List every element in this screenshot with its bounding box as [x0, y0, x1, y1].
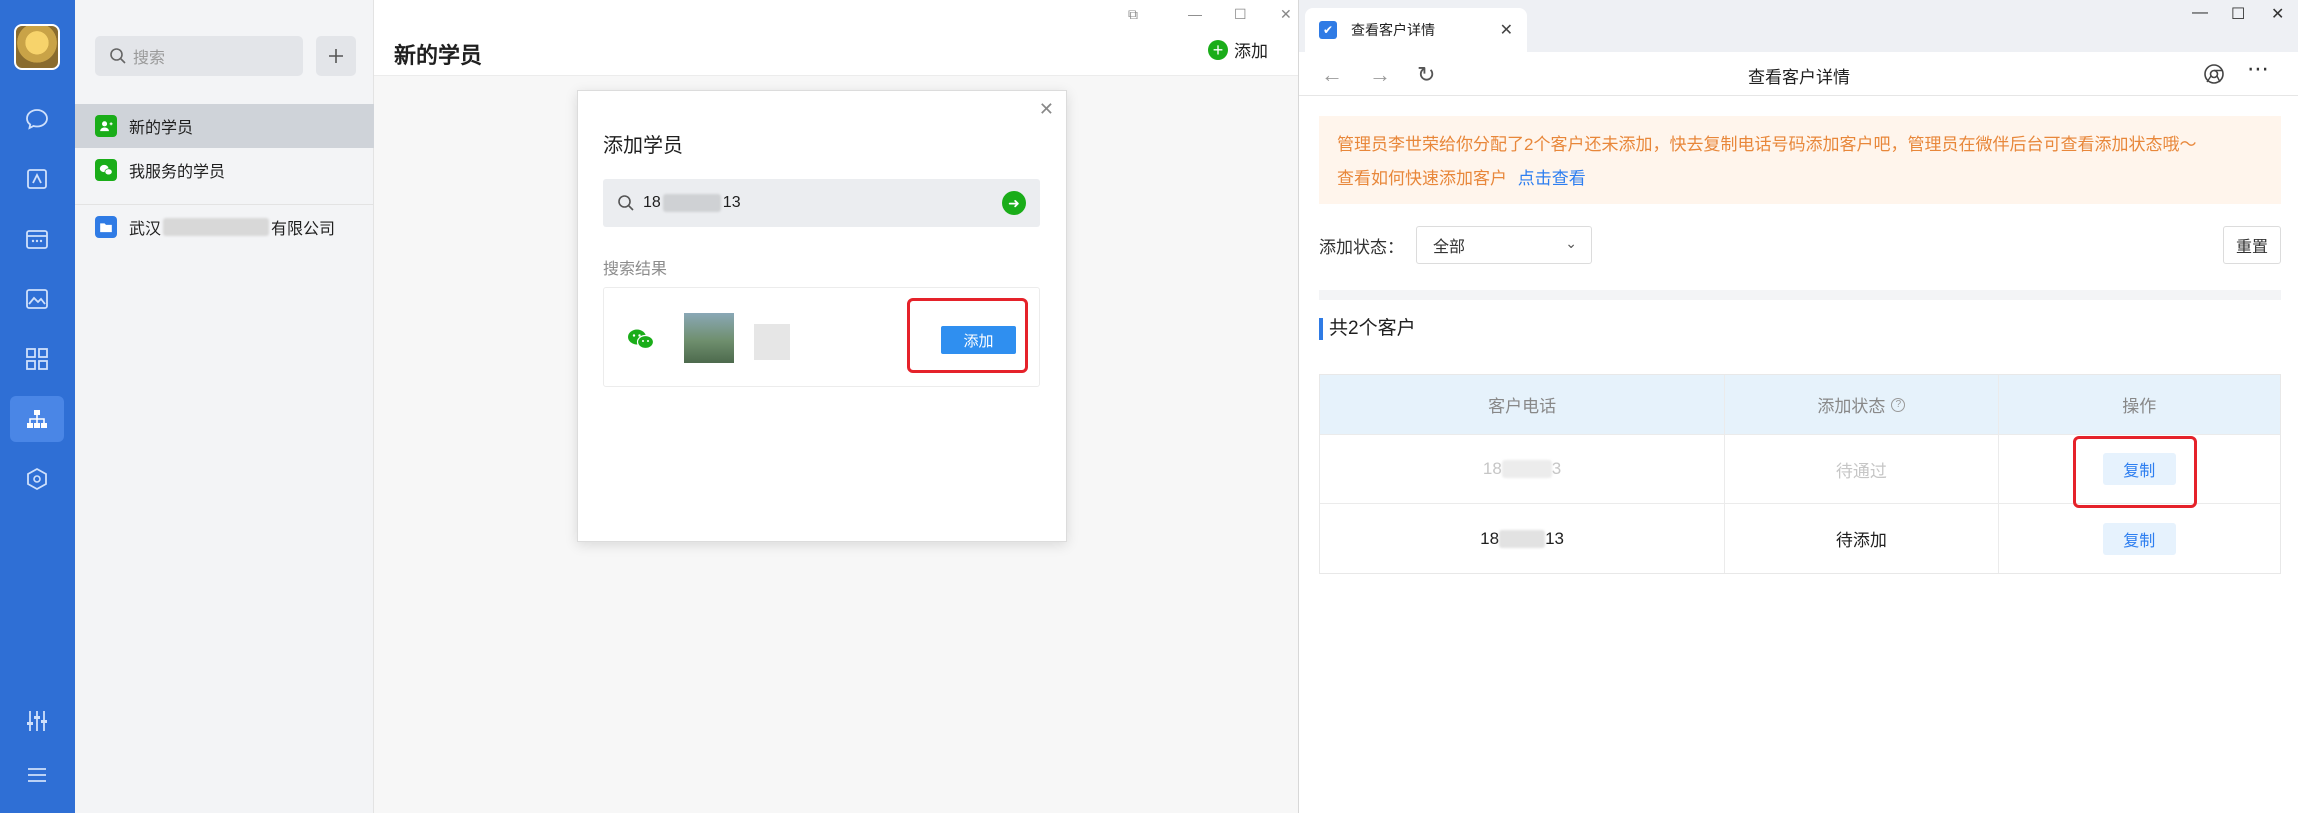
redacted-name: [754, 324, 790, 360]
redacted-text: [1499, 529, 1546, 548]
maximize-icon[interactable]: ☐: [1234, 6, 1247, 23]
checkbox-favicon-icon: ✔: [1319, 21, 1337, 39]
minimize-icon[interactable]: —: [2192, 4, 2208, 22]
redacted-text: [662, 194, 721, 212]
student-search-input[interactable]: 18 13 ➜: [603, 179, 1040, 227]
status-cell: 待通过: [1725, 435, 1999, 503]
column-header-label: 添加状态: [1817, 397, 1886, 416]
status-select[interactable]: 全部 ⌄: [1416, 226, 1592, 264]
plus-icon: [329, 49, 343, 63]
table-header: 客户电话 添加状态 ? 操作: [1320, 375, 2280, 435]
tab-bar: ✔ 查看客户详情 ✕ — ☐ ✕: [1299, 0, 2298, 52]
total-count: 共2个客户: [1319, 318, 1416, 340]
add-label: 添加: [1234, 42, 1268, 61]
cube-icon[interactable]: [22, 464, 52, 494]
close-window-icon[interactable]: ✕: [2271, 4, 2284, 24]
more-options-icon[interactable]: ⋯: [2247, 56, 2270, 82]
help-icon[interactable]: ?: [1891, 397, 1906, 412]
table-row: 18 13 待添加 复制: [1320, 504, 2280, 573]
avatar[interactable]: [14, 24, 60, 70]
filter-label: 添加状态：: [1319, 237, 1404, 257]
column-header: 操作: [2122, 397, 2157, 416]
reset-button[interactable]: 重置: [2223, 226, 2281, 264]
search-value-suffix: 13: [722, 194, 741, 211]
new-contact-button[interactable]: [316, 36, 356, 76]
search-icon: [110, 48, 126, 64]
notice-banner: 管理员李世荣给你分配了2个客户还未添加，快去复制电话号码添加客户吧，管理员在微伴…: [1319, 116, 2281, 204]
chevron-down-icon: ⌄: [1565, 235, 1577, 251]
highlight-box: [907, 298, 1028, 373]
notice-text-2: 查看如何快速添加客户: [1337, 169, 1507, 188]
results-label: 搜索结果: [603, 261, 668, 278]
notice-text: 管理员李世荣给你分配了2个客户还未添加，快去复制电话号码添加客户吧，管理员在微伴…: [1337, 135, 2197, 154]
contact-item-new-students[interactable]: 新的学员: [75, 104, 374, 148]
action-cell: 复制: [1999, 504, 2280, 573]
maximize-icon[interactable]: ☐: [2231, 4, 2245, 24]
settings-sliders-icon[interactable]: [22, 706, 52, 736]
page-title: 新的学员: [394, 43, 483, 68]
screen: 搜索 新的学员 我服务的学员 武汉 有限公司 新的学员 + 添加 ⧉ — ☐ ✕…: [0, 0, 2298, 813]
main-header: 新的学员 + 添加 ⧉ — ☐ ✕: [374, 0, 1298, 76]
avatar: [684, 313, 734, 363]
dialog-title: 添加学员: [603, 135, 683, 157]
redacted-text: [163, 217, 270, 236]
workbench-icon[interactable]: [22, 164, 52, 194]
status-cell: 待添加: [1725, 504, 1999, 573]
close-icon[interactable]: ✕: [1039, 99, 1054, 120]
apps-icon[interactable]: [22, 344, 52, 374]
divider: [1319, 290, 2281, 300]
menu-icon[interactable]: [22, 760, 52, 790]
copy-button[interactable]: 复制: [2102, 522, 2176, 555]
company-name-suffix: 有限公司: [271, 220, 336, 238]
nav-bar: ← → ↻ 查看客户详情 ⋯: [1299, 52, 2298, 96]
phone-suffix: 3: [1551, 459, 1562, 478]
arrow-right-icon[interactable]: ➜: [1002, 191, 1026, 215]
plus-circle-icon: +: [1208, 39, 1228, 60]
highlight-box: [2073, 436, 2197, 508]
contact-item-label: 我服务的学员: [129, 164, 226, 181]
browser-logo-icon[interactable]: [2203, 63, 2225, 85]
phone-prefix: 18: [1480, 528, 1500, 548]
redacted-text: [1501, 460, 1552, 478]
search-icon: [618, 195, 634, 211]
nav-rail: [0, 0, 75, 813]
column-header: 添加状态 ?: [1725, 375, 1999, 434]
phone-cell: 18 13: [1320, 504, 1726, 573]
column-header: 客户电话: [1320, 375, 1726, 434]
company-name-prefix: 武汉: [129, 220, 162, 238]
status-filter: 添加状态： 全部 ⌄: [1319, 226, 1592, 264]
filter-value: 全部: [1433, 239, 1466, 256]
contact-item-my-students[interactable]: 我服务的学员: [75, 148, 374, 192]
view-link[interactable]: 点击查看: [1518, 169, 1586, 188]
tab-title: 查看客户详情: [1351, 22, 1435, 38]
new-student-icon: [95, 115, 117, 137]
phone-suffix: 13: [1545, 528, 1564, 548]
contact-item-company[interactable]: 武汉 有限公司: [75, 204, 374, 248]
wechat-icon: [95, 159, 117, 181]
search-placeholder: 搜索: [133, 50, 166, 67]
contact-item-label: 新的学员: [129, 120, 194, 137]
org-contacts-icon[interactable]: [10, 396, 64, 442]
pin-window-icon[interactable]: ⧉: [1128, 6, 1138, 23]
contacts-search: 搜索: [95, 36, 378, 76]
add-student-button[interactable]: + 添加: [1208, 37, 1268, 62]
tab-customer-details[interactable]: ✔ 查看客户详情 ✕: [1305, 8, 1527, 52]
wechat-icon: [628, 329, 655, 350]
close-tab-icon[interactable]: ✕: [1500, 20, 1513, 40]
calendar-icon[interactable]: [22, 224, 52, 254]
contacts-panel: 搜索 新的学员 我服务的学员 武汉 有限公司: [75, 0, 374, 813]
browser-window: ✔ 查看客户详情 ✕ — ☐ ✕ ← → ↻ 查看客户详情 ⋯ 管理员李世荣给你…: [1298, 0, 2298, 813]
photos-icon[interactable]: [22, 284, 52, 314]
chat-icon[interactable]: [22, 104, 52, 134]
search-value-prefix: 18: [643, 194, 661, 211]
phone-prefix: 18: [1482, 459, 1502, 478]
close-window-icon[interactable]: ✕: [1280, 6, 1292, 23]
folder-icon: [95, 215, 117, 238]
minimize-icon[interactable]: —: [1188, 6, 1202, 22]
search-input[interactable]: 搜索: [95, 36, 303, 76]
page-title: 查看客户详情: [1748, 68, 1850, 87]
phone-cell: 18 3: [1320, 435, 1726, 503]
